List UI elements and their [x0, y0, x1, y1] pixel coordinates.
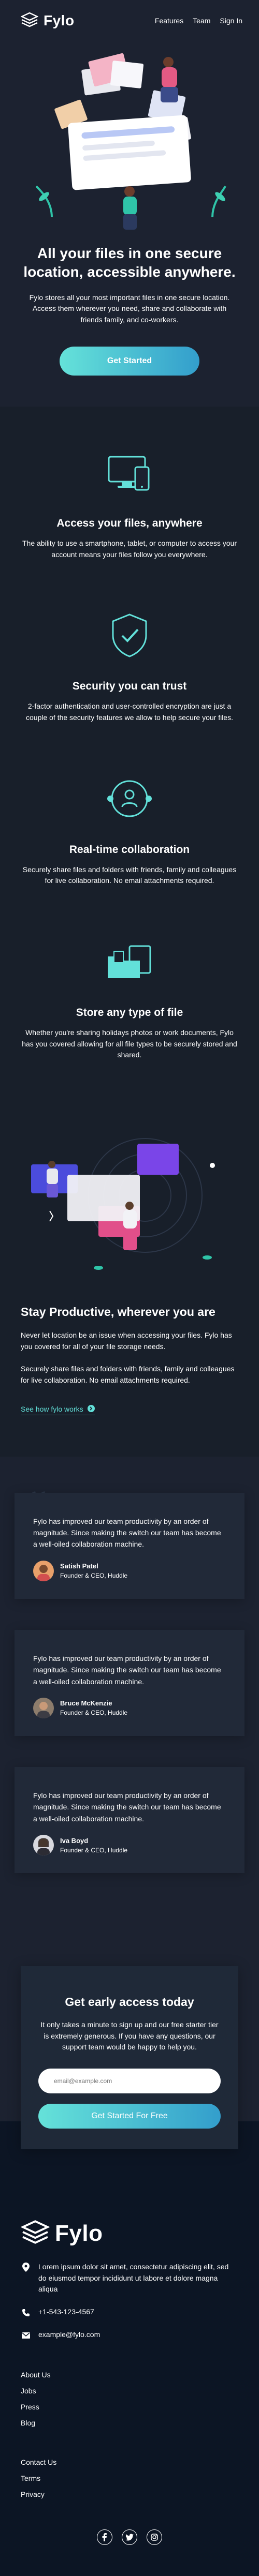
person-role: Founder & CEO, Huddle: [60, 1572, 128, 1580]
footer-link-blog[interactable]: Blog: [21, 2419, 238, 2427]
hero-title: All your files in one secure location, a…: [23, 245, 236, 280]
collaboration-icon: [21, 770, 238, 827]
testimonial-person: Bruce McKenzie Founder & CEO, Huddle: [33, 1697, 226, 1718]
footer-address: Lorem ipsum dolor sit amet, consectetur …: [21, 2262, 238, 2295]
avatar: [33, 1697, 54, 1718]
feature-text: Whether you're sharing holidays photos o…: [22, 1028, 237, 1059]
hero-illustration: [21, 47, 238, 238]
footer-link-contact-us[interactable]: Contact Us: [21, 2458, 238, 2466]
phone-text[interactable]: +1-543-123-4567: [38, 2307, 94, 2318]
productive-illustration: [21, 1133, 238, 1294]
email-text[interactable]: example@fylo.com: [38, 2329, 100, 2341]
testimonial-person: Satish Patel Founder & CEO, Huddle: [33, 1560, 226, 1581]
testimonial-quote: Fylo has improved our team productivity …: [33, 1517, 221, 1549]
footer-link-jobs[interactable]: Jobs: [21, 2387, 238, 2395]
instagram-icon[interactable]: [147, 2529, 162, 2545]
phone-icon: [21, 2308, 31, 2317]
fylo-logo-icon: [20, 2220, 50, 2247]
person-name: Bruce McKenzie: [60, 1699, 112, 1708]
nav-features[interactable]: Features: [155, 17, 183, 25]
footer-email: example@fylo.com: [21, 2329, 238, 2341]
testimonial-quote: Fylo has improved our team productivity …: [33, 1654, 221, 1686]
avatar: [33, 1560, 54, 1581]
see-how-fylo-works-link[interactable]: See how fylo works: [21, 1404, 95, 1415]
link-label: See how fylo works: [21, 1405, 83, 1414]
get-started-button[interactable]: Get Started: [60, 346, 199, 376]
footer-link-press[interactable]: Press: [21, 2403, 238, 2411]
testimonial-card: Fylo has improved our team productivity …: [15, 1766, 244, 1874]
footer-phone: +1-543-123-4567: [21, 2307, 238, 2318]
folders-icon: [21, 933, 238, 990]
features-section: Access your files, anywhere The ability …: [0, 406, 259, 1113]
feature-storage: Store any type of file Whether you're sh…: [21, 933, 238, 1061]
feature-access: Access your files, anywhere The ability …: [21, 444, 238, 560]
fylo-logo-icon: [20, 12, 39, 30]
feature-title: Real-time collaboration: [69, 843, 190, 856]
early-access-card: Get early access today It only takes a m…: [21, 1966, 238, 2150]
productive-paragraph-2: Securely share files and folders with fr…: [21, 1364, 235, 1385]
feature-text: Securely share files and folders with fr…: [22, 865, 237, 885]
testimonial-quote: Fylo has improved our team productivity …: [33, 1791, 221, 1823]
arrow-circle-icon: [87, 1404, 95, 1414]
person-role: Founder & CEO, Huddle: [60, 1846, 128, 1854]
footer-link-terms[interactable]: Terms: [21, 2474, 238, 2482]
email-icon: [21, 2331, 31, 2339]
location-icon: [21, 2262, 31, 2295]
person-role: Founder & CEO, Huddle: [60, 1709, 128, 1717]
person-name: Iva Boyd: [60, 1836, 89, 1845]
testimonials-section: Fylo has improved our team productivity …: [0, 1456, 259, 1951]
testimonial-card: Fylo has improved our team productivity …: [15, 1492, 244, 1599]
nav-sign-in[interactable]: Sign In: [220, 17, 242, 25]
early-access-section: Get early access today It only takes a m…: [0, 1951, 259, 2199]
productive-paragraph-1: Never let location be an issue when acce…: [21, 1331, 232, 1351]
person-name: Satish Patel: [60, 1562, 98, 1570]
footer-links-legal: Contact Us Terms Privacy: [21, 2458, 238, 2498]
feature-collaboration: Real-time collaboration Securely share f…: [21, 770, 238, 887]
feature-title: Security you can trust: [72, 680, 187, 693]
avatar: [33, 1835, 54, 1856]
get-started-free-button[interactable]: Get Started For Free: [38, 2104, 221, 2129]
devices-icon: [21, 444, 238, 501]
cta-title: Get early access today: [65, 1995, 194, 2009]
feature-security: Security you can trust 2-factor authenti…: [21, 607, 238, 723]
facebook-icon[interactable]: [97, 2529, 112, 2545]
testimonial-card: Fylo has improved our team productivity …: [15, 1629, 244, 1736]
email-input[interactable]: [38, 2069, 221, 2094]
main-nav: Features Team Sign In: [155, 17, 242, 25]
hero-section: All your files in one secure location, a…: [0, 41, 259, 407]
social-links: [21, 2529, 238, 2545]
page: Fylo Features Team Sign In All your file…: [0, 0, 259, 2576]
footer-link-about-us[interactable]: About Us: [21, 2371, 238, 2379]
logo[interactable]: Fylo: [20, 12, 75, 30]
footer: Fylo Lorem ipsum dolor sit amet, consect…: [0, 2199, 259, 2576]
logo-text: Fylo: [44, 12, 75, 28]
feature-text: The ability to use a smartphone, tablet,…: [22, 538, 237, 559]
logo-text: Fylo: [55, 2220, 103, 2246]
twitter-icon[interactable]: [122, 2529, 137, 2545]
testimonial-person: Iva Boyd Founder & CEO, Huddle: [33, 1835, 226, 1856]
footer-link-privacy[interactable]: Privacy: [21, 2490, 238, 2498]
footer-logo[interactable]: Fylo: [20, 2220, 238, 2247]
cta-text: It only takes a minute to sign up and ou…: [40, 2020, 219, 2051]
header: Fylo Features Team Sign In: [0, 0, 259, 41]
feature-title: Access your files, anywhere: [56, 517, 203, 529]
feature-title: Store any type of file: [76, 1006, 183, 1019]
hero-description: Fylo stores all your most important file…: [29, 293, 230, 324]
footer-links-company: About Us Jobs Press Blog: [21, 2371, 238, 2427]
address-text: Lorem ipsum dolor sit amet, consectetur …: [38, 2263, 229, 2294]
shield-check-icon: [21, 607, 238, 664]
feature-text: 2-factor authentication and user-control…: [26, 702, 233, 722]
productive-section: Stay Productive, wherever you are Never …: [0, 1113, 259, 1457]
nav-team[interactable]: Team: [193, 17, 210, 25]
productive-title: Stay Productive, wherever you are: [21, 1305, 215, 1319]
